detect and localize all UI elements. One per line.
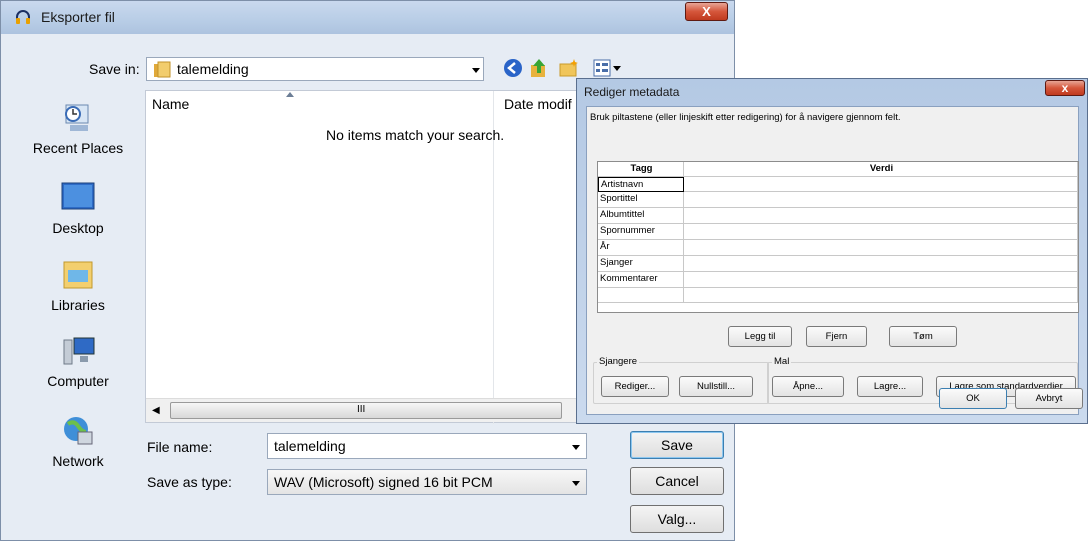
chevron-down-icon [472, 68, 480, 73]
empty-message: No items match your search. [326, 127, 505, 143]
save-in-dropdown[interactable]: talemelding [146, 57, 484, 81]
metadata-dialog-title: Rediger metadata [584, 85, 680, 99]
nav-label: Recent Places [32, 140, 124, 156]
value-cell[interactable] [684, 272, 1078, 288]
scroll-grip: III [357, 404, 366, 415]
computer-icon [63, 337, 95, 365]
sort-up-icon [286, 92, 294, 97]
tag-cell[interactable]: Artistnavn [598, 177, 684, 192]
save-template-button[interactable]: Lagre... [857, 376, 923, 397]
tag-cell[interactable]: Albumtittel [598, 208, 684, 224]
cancel-button[interactable]: Cancel [630, 467, 724, 495]
value-cell[interactable] [684, 177, 1078, 192]
save-in-label: Save in: [89, 61, 140, 77]
nav-libraries[interactable]: Libraries [13, 258, 143, 313]
nav-desktop[interactable]: Desktop [13, 181, 143, 236]
metadata-dialog: Rediger metadata x Bruk piltastene (elle… [576, 78, 1088, 424]
clear-button[interactable]: Tøm [889, 326, 957, 347]
save-type-label: Save as type: [147, 474, 232, 490]
value-cell[interactable] [684, 192, 1078, 208]
folder-icon [154, 61, 171, 78]
nav-computer[interactable]: Computer [13, 334, 143, 389]
desktop-icon [61, 182, 95, 210]
template-group-label: Mal [772, 356, 792, 367]
horizontal-scrollbar[interactable]: ◀ III [146, 398, 580, 422]
cancel-button[interactable]: Avbryt [1015, 388, 1083, 409]
value-cell[interactable] [684, 288, 1078, 303]
tag-cell[interactable]: Sjanger [598, 256, 684, 272]
back-icon[interactable] [503, 58, 523, 78]
tag-cell[interactable]: År [598, 240, 684, 256]
tag-cell[interactable]: Sportittel [598, 192, 684, 208]
close-button[interactable]: x [1045, 80, 1085, 96]
reset-genres-button[interactable]: Nullstill... [679, 376, 753, 397]
up-folder-icon[interactable] [529, 57, 549, 79]
options-button[interactable]: Valg... [630, 505, 724, 533]
column-header-date[interactable]: Date modif [504, 96, 572, 112]
nav-label: Desktop [52, 220, 104, 236]
metadata-content: Bruk piltastene (eller linjeskift etter … [586, 106, 1079, 415]
file-name-input[interactable]: talemelding [267, 433, 587, 459]
dialog-title: Eksporter fil [41, 9, 115, 25]
recent-places-icon [65, 104, 89, 131]
nav-label: Computer [47, 373, 109, 389]
add-button[interactable]: Legg til [728, 326, 792, 347]
save-button[interactable]: Save [630, 431, 724, 459]
edit-genres-button[interactable]: Rediger... [601, 376, 669, 397]
tag-cell[interactable]: Spornummer [598, 224, 684, 240]
value-cell[interactable] [684, 256, 1078, 272]
save-type-dropdown[interactable]: WAV (Microsoft) signed 16 bit PCM [267, 469, 587, 495]
metadata-grid[interactable]: Tagg Verdi Artistnavn Sportittel Albumti… [597, 161, 1079, 313]
value-cell[interactable] [684, 224, 1078, 240]
title-bar[interactable]: Eksporter fil X [1, 1, 734, 34]
tag-cell[interactable]: Kommentarer [598, 272, 684, 288]
file-name-label: File name: [147, 439, 213, 455]
tag-cell[interactable] [598, 288, 684, 303]
file-list[interactable]: Name Date modif No items match your sear… [145, 90, 581, 424]
save-type-value: WAV (Microsoft) signed 16 bit PCM [274, 474, 493, 490]
nav-network[interactable]: Network [13, 414, 143, 469]
network-icon [64, 417, 93, 445]
value-cell[interactable] [684, 208, 1078, 224]
column-header-name[interactable]: Name [152, 96, 189, 112]
ok-button[interactable]: OK [939, 388, 1007, 409]
nav-label: Libraries [51, 297, 105, 313]
column-header-tag: Tagg [598, 162, 684, 177]
libraries-icon [63, 261, 93, 289]
headphones-icon [16, 10, 30, 24]
genres-group-label: Sjangere [597, 356, 640, 367]
scroll-thumb[interactable]: III [170, 402, 562, 419]
nav-recent-places[interactable]: Recent Places [13, 101, 143, 156]
view-menu-button[interactable] [593, 59, 621, 77]
view-dropdown-icon [613, 66, 621, 71]
scroll-left-icon[interactable]: ◀ [152, 405, 160, 416]
value-cell[interactable] [684, 240, 1078, 256]
chevron-down-icon [572, 481, 580, 486]
remove-button[interactable]: Fjern [806, 326, 867, 347]
new-folder-icon[interactable] [558, 58, 580, 78]
instruction-text: Bruk piltastene (eller linjeskift etter … [590, 112, 901, 123]
nav-label: Network [52, 453, 104, 469]
grid-view-icon [593, 59, 611, 77]
file-name-value: talemelding [274, 438, 346, 454]
open-template-button[interactable]: Åpne... [772, 376, 844, 397]
column-header-value: Verdi [684, 162, 1078, 177]
save-in-value: talemelding [177, 61, 249, 77]
chevron-down-icon [572, 445, 580, 450]
close-button[interactable]: X [685, 2, 728, 21]
